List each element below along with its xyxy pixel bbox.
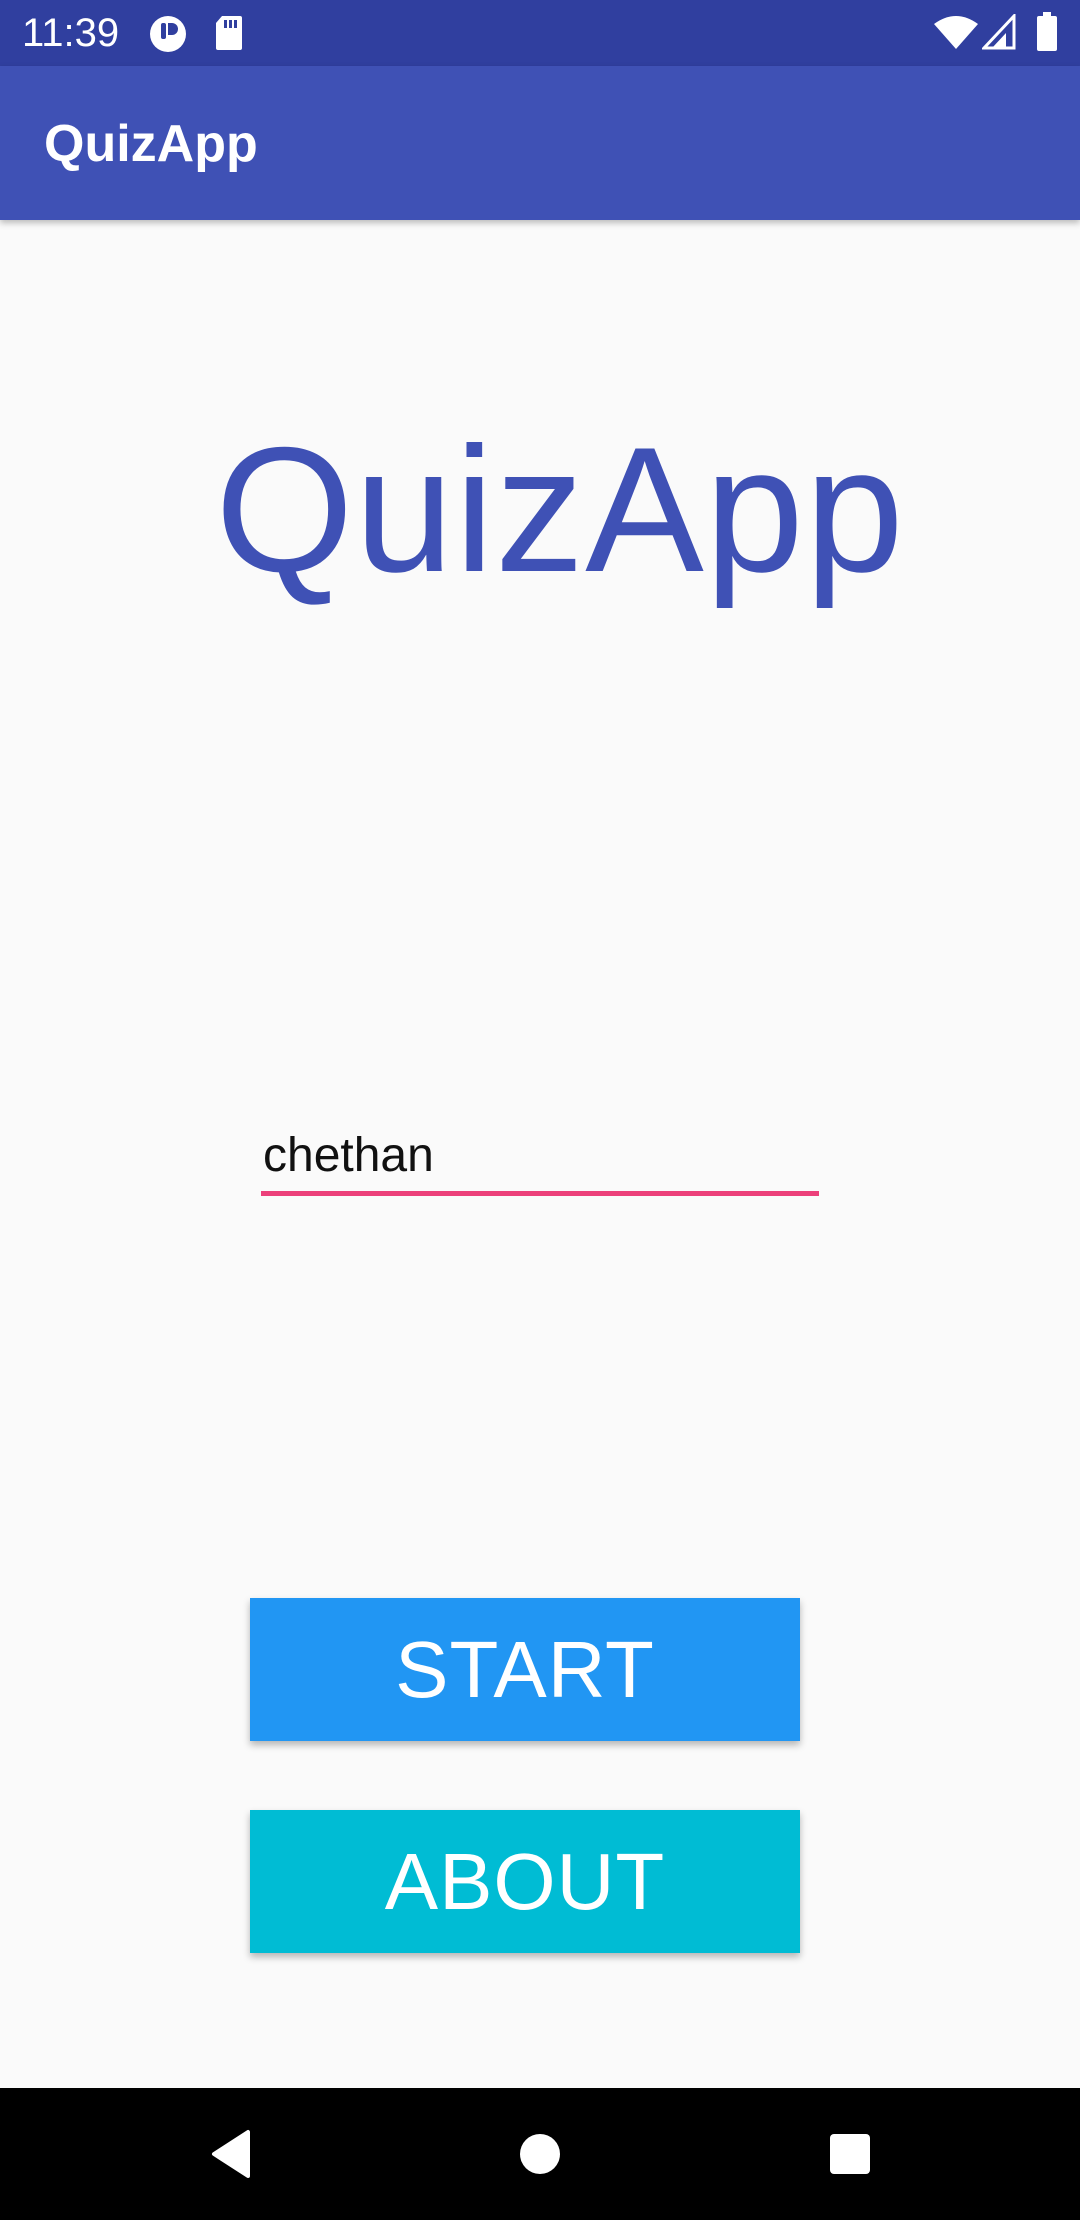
status-time: 11:39	[22, 11, 120, 55]
signal-icon	[980, 12, 1016, 55]
wifi-icon	[934, 16, 978, 55]
about-button[interactable]: ABOUT	[250, 1810, 800, 1953]
start-button[interactable]: START	[250, 1598, 800, 1741]
screen: 11:39 QuizApp QuizApp chethan START ABOU…	[0, 0, 1080, 2220]
status-bar: 11:39	[0, 0, 1080, 66]
logo-title: QuizApp	[215, 410, 905, 609]
recents-icon[interactable]	[814, 2118, 886, 2190]
back-icon[interactable]	[200, 2118, 272, 2190]
home-icon[interactable]	[504, 2118, 576, 2190]
battery-icon	[1036, 12, 1058, 57]
app-bar: QuizApp	[0, 66, 1080, 220]
app-bar-title: QuizApp	[44, 115, 258, 173]
navigation-bar	[0, 2088, 1080, 2220]
notification-app-icon	[148, 14, 188, 59]
sd-card-icon	[214, 14, 244, 57]
name-input[interactable]	[261, 1120, 819, 1196]
